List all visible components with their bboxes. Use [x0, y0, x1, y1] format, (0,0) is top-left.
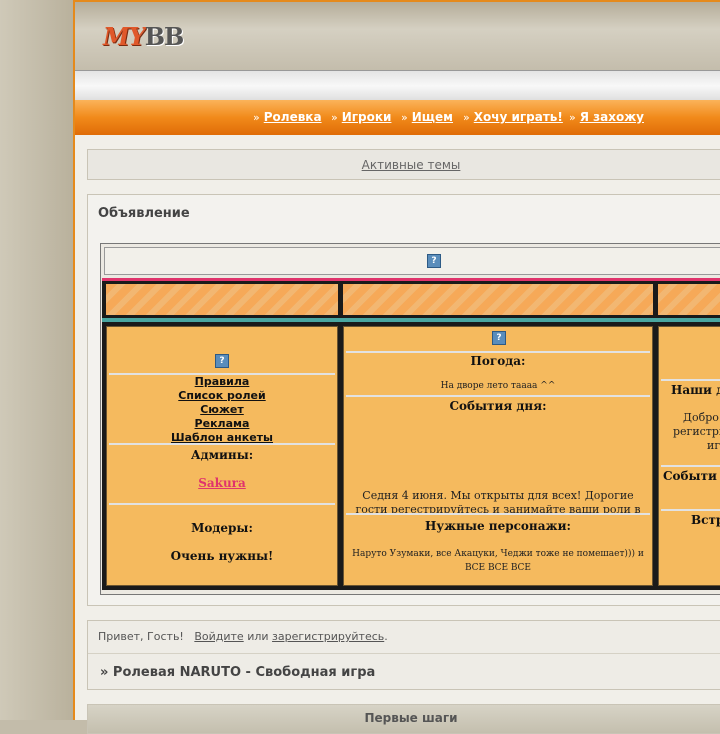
banner-right [658, 284, 720, 315]
header: MYBB [75, 0, 720, 70]
mods-cell: Модеры: Очень нужны! [109, 507, 335, 585]
welcome-line2: регистри [673, 425, 720, 438]
events-cell: События дня: Седня 4 июня. Мы открыты дл… [346, 397, 650, 515]
admin-sakura-link[interactable]: Sakura [109, 476, 335, 490]
nav-label[interactable]: Ролевка [264, 110, 322, 124]
navbar: » Ролевка » Игроки » Ищем » Хочу играть! » Я … [75, 100, 720, 135]
admins-label: Админы: [190, 448, 254, 462]
nav-want-play[interactable]: » Хочу играть! [463, 110, 563, 124]
greeting-divider [88, 653, 720, 654]
nav-login[interactable]: » Я захожу [569, 110, 644, 124]
nav-arrow-icon: » [253, 111, 260, 124]
left-image-cell: ? [109, 327, 335, 375]
nav-arrow-icon: » [401, 111, 408, 124]
forum-main: MYBB » Ролевка » Игроки » Ищем » Хочу играть… [73, 0, 720, 734]
weather-label: Погода: [470, 354, 526, 368]
or-text: или [247, 630, 269, 643]
our-players-cell: Наши де Добро регистри иг [661, 381, 720, 467]
announcement-title: Объявление [98, 206, 190, 221]
greeting-text: Привет, Гость! [98, 630, 184, 643]
subheader-bar [75, 70, 720, 101]
nav-label[interactable]: Игроки [342, 110, 392, 124]
greeting-line: Привет, Гость! Войдите или зарегистрируй… [98, 630, 388, 643]
banner-row [102, 281, 720, 318]
meetings-cell: Встр [661, 511, 720, 585]
rules-link[interactable]: Правила [109, 375, 335, 389]
broken-image-icon: ? [492, 331, 506, 345]
form-template-link[interactable]: Шаблон анкеты [109, 431, 335, 445]
register-link[interactable]: зарегистрируйтесь [272, 630, 384, 643]
mods-value: Очень нужны! [170, 549, 274, 563]
roles-list-link[interactable]: Список ролей [109, 389, 335, 403]
needed-chars-label: Нужные персонажи: [425, 519, 571, 533]
first-steps-label[interactable]: Первые шаги [364, 711, 457, 725]
right-column: Наши де Добро регистри иг Событи Встр [658, 326, 720, 586]
nav-roleplay[interactable]: » Ролевка [253, 110, 322, 124]
nav-label[interactable]: Ищем [412, 110, 453, 124]
active-topics-box: Активные темы [87, 149, 720, 180]
ads-link[interactable]: Реклама [109, 417, 335, 431]
weather-text: На дворе лето таааа ^^ [440, 381, 556, 391]
logo-my: MY [103, 22, 146, 51]
right-events-title: Событи [663, 469, 717, 483]
our-players-title: Наши де [671, 383, 720, 397]
broken-image-icon: ? [215, 354, 229, 368]
nav-arrow-icon: » [331, 111, 338, 124]
left-column: ? Правила Список ролей Сюжет Реклама Шаб… [106, 326, 338, 586]
weather-cell: ? Погода: На дворе лето таааа ^^ [346, 327, 650, 397]
nav-arrow-icon: » [569, 111, 576, 124]
broken-image-icon: ? [427, 254, 441, 268]
greeting-box: Привет, Гость! Войдите или зарегистрируй… [87, 620, 720, 690]
nav-players[interactable]: » Игроки [331, 110, 391, 124]
mods-label: Модеры: [191, 521, 253, 535]
plot-link[interactable]: Сюжет [109, 403, 335, 417]
announcement-table: ? ? Правила Список ролей Сюжет Реклама Ш… [100, 243, 720, 595]
events-text-line1: Седня 4 июня. Мы открыты для всех! Дорог… [362, 489, 634, 502]
nav-arrow-icon: » [463, 111, 470, 124]
meetings-title: Встр [691, 513, 720, 527]
welcome-line1: Добро [683, 411, 719, 424]
info-grid: ? Правила Список ролей Сюжет Реклама Шаб… [102, 322, 720, 590]
middle-column: ? Погода: На дворе лето таааа ^^ События… [343, 326, 653, 586]
events-text-line2: гости регестрируйтесь и занимайте ваши р… [355, 503, 641, 515]
needed-chars-cell: Нужные персонажи: Наруто Узумаки, все Ак… [346, 517, 650, 585]
events-label: События дня: [449, 399, 547, 413]
greeting-period: . [384, 630, 388, 643]
logo-bb: BB [144, 22, 185, 51]
nav-label[interactable]: Хочу играть! [474, 110, 563, 124]
announcement-header-cell: ? [104, 247, 720, 275]
announcement-box: Объявление ? ? Правила Список ролей Сюже… [87, 194, 720, 606]
banner-middle [343, 284, 653, 315]
login-link[interactable]: Войдите [194, 630, 243, 643]
links-cell: Правила Список ролей Сюжет Реклама Шабло… [109, 375, 335, 445]
needed-chars-text: Наруто Узумаки, все Акацуки, Чеджи тоже … [352, 549, 644, 573]
welcome-line3: иг [707, 439, 720, 452]
right-events-cell: Событи [661, 467, 720, 511]
banner-left [106, 284, 338, 315]
mybb-logo[interactable]: MYBB [103, 22, 185, 51]
right-top-cell [661, 327, 720, 381]
page-background [0, 0, 73, 720]
first-steps-section: Первые шаги [87, 704, 720, 734]
admins-cell: Админы: Sakura [109, 447, 335, 505]
nav-label[interactable]: Я захожу [580, 110, 644, 124]
forum-title: » Ролевая NARUTO - Свободная игра [100, 665, 376, 680]
active-topics-link[interactable]: Активные темы [362, 158, 461, 172]
nav-search[interactable]: » Ищем [401, 110, 453, 124]
